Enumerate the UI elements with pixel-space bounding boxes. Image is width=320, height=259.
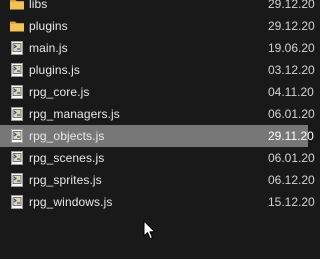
file-name: rpg_scenes.js	[29, 151, 105, 165]
file-date: 06.12.20	[268, 173, 315, 187]
folder-icon	[9, 0, 25, 12]
js-file-icon	[9, 128, 25, 144]
file-name: plugins	[29, 19, 68, 33]
file-row[interactable]: main.js 19.06.20	[0, 37, 315, 59]
file-name: rpg_sprites.js	[29, 173, 102, 187]
file-list: libs 29.12.20 plugins 29.12.20 main.js 19.06.…	[0, 0, 315, 213]
js-file-icon	[9, 150, 25, 166]
js-file-icon	[9, 62, 25, 78]
file-row[interactable]: rpg_windows.js 15.12.20	[0, 191, 315, 213]
file-date: 29.12.20	[268, 0, 315, 11]
file-date: 15.12.20	[268, 195, 315, 209]
file-name: plugins.js	[29, 63, 81, 77]
file-name: rpg_objects.js	[29, 129, 105, 143]
js-file-icon	[9, 84, 25, 100]
file-row[interactable]: rpg_core.js 04.11.20	[0, 81, 314, 103]
file-row[interactable]: rpg_sprites.js 06.12.20	[0, 169, 315, 191]
file-row[interactable]: plugins.js 03.12.20	[0, 59, 315, 81]
file-date: 29.11.20	[268, 129, 314, 143]
file-name: main.js	[29, 41, 68, 55]
folder-icon	[9, 18, 25, 34]
js-file-icon	[9, 172, 25, 188]
file-row[interactable]: rpg_managers.js 06.01.20	[0, 103, 315, 125]
file-date: 29.12.20	[268, 19, 315, 33]
file-date: 04.11.20	[268, 85, 314, 99]
file-date: 06.01.20	[268, 107, 315, 121]
file-name: rpg_core.js	[29, 85, 90, 99]
folder-row[interactable]: plugins 29.12.20	[0, 15, 315, 37]
js-file-icon	[9, 194, 25, 210]
file-date: 03.12.20	[268, 63, 315, 77]
file-name: libs	[29, 0, 48, 11]
js-file-icon	[9, 40, 25, 56]
file-date: 06.01.20	[268, 151, 315, 165]
file-row[interactable]: rpg_scenes.js 06.01.20	[0, 147, 315, 169]
file-name: rpg_windows.js	[29, 195, 113, 209]
js-file-icon	[9, 106, 25, 122]
file-row[interactable]: rpg_objects.js 29.11.20	[0, 125, 314, 147]
file-name: rpg_managers.js	[29, 107, 120, 121]
folder-row[interactable]: libs 29.12.20	[0, 0, 315, 15]
file-date: 19.06.20	[268, 41, 315, 55]
mouse-pointer-icon	[143, 220, 157, 241]
